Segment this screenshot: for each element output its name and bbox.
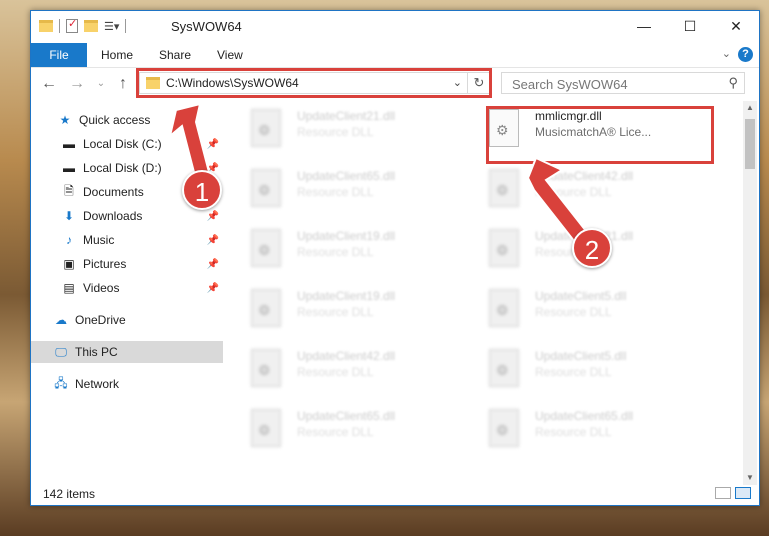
file-item[interactable]: UpdateClient42.dll Resource DLL (231, 341, 461, 393)
minimize-button[interactable]: — (621, 11, 667, 41)
tab-home[interactable]: Home (101, 48, 133, 62)
sidebar-item-quick-access[interactable]: ★ Quick access (57, 109, 223, 131)
music-icon: ♪ (66, 233, 72, 247)
pin-icon: 📌 (206, 282, 219, 294)
pictures-icon: ▣ (63, 257, 75, 271)
network-icon: 🖧 (54, 375, 68, 390)
forward-button[interactable]: → (67, 74, 87, 94)
file-item[interactable]: UpdateClient19.dll Resource DLL (231, 281, 461, 333)
file-item[interactable]: UpdateClient65.dll Resource DLL (231, 401, 461, 453)
back-button[interactable]: ← (39, 74, 59, 94)
file-item[interactable]: UpdateClient42.dll Resource DLL (469, 161, 699, 213)
dll-file-icon (489, 289, 519, 327)
maximize-button[interactable]: ☐ (667, 11, 713, 41)
dll-file-icon (489, 349, 519, 387)
step-2-badge: 2 (572, 228, 612, 268)
dll-file-icon (251, 289, 281, 327)
computer-icon: 🖵 (55, 344, 67, 359)
ribbon: File Home Share View ⌄ ? (31, 43, 759, 68)
expand-ribbon-icon[interactable]: ⌄ (722, 47, 731, 60)
large-icons-view-icon[interactable] (735, 487, 751, 499)
sidebar-item-videos[interactable]: ▤ Videos 📌 (61, 277, 223, 299)
sidebar-item-pictures[interactable]: ▣ Pictures 📌 (61, 253, 223, 275)
file-item[interactable]: UpdateClient19.dll Resource DLL (231, 221, 461, 273)
help-icon[interactable]: ? (738, 47, 753, 62)
file-item[interactable]: UpdateClient5.dll Resource DLL (469, 281, 699, 333)
star-icon: ★ (59, 113, 71, 127)
tab-share[interactable]: Share (159, 48, 191, 62)
sidebar-item-this-pc[interactable]: 🖵 This PC (31, 341, 223, 363)
dll-file-icon (251, 229, 281, 267)
vertical-scrollbar[interactable]: ▲ ▼ (743, 101, 757, 485)
item-count: 142 items (43, 487, 96, 501)
folder-icon (39, 20, 53, 32)
search-box[interactable]: ⚲ (501, 72, 745, 94)
dll-file-icon (489, 169, 519, 207)
sidebar-item-onedrive[interactable]: ☁ OneDrive (53, 309, 223, 331)
download-icon: ⬇ (63, 209, 75, 223)
documents-icon: 🗎 (64, 183, 74, 198)
pin-icon: 📌 (206, 234, 219, 246)
file-item[interactable]: UpdateClient21.dll Resource DLL (231, 101, 461, 153)
title-bar: ☰▾ SysWOW64 — ☐ ✕ (31, 11, 759, 43)
scroll-down-icon[interactable]: ▼ (743, 471, 757, 485)
sidebar-item-network[interactable]: 🖧 Network (53, 373, 223, 395)
close-button[interactable]: ✕ (713, 11, 759, 41)
tab-file[interactable]: File (31, 43, 87, 67)
recent-locations-icon[interactable]: ⌄ (91, 74, 111, 94)
file-item[interactable]: UpdateClient65.dll Resource DLL (469, 401, 699, 453)
address-bar-highlight (136, 68, 492, 98)
search-icon: ⚲ (728, 75, 738, 90)
dll-file-icon (489, 409, 519, 447)
file-item[interactable]: UpdateClient5.dll Resource DLL (469, 341, 699, 393)
drive-icon: ▬ (63, 161, 75, 175)
pin-icon: 📌 (206, 138, 219, 150)
navigation-pane: ★ Quick access ▬ Local Disk (C:) 📌 ▬ Loc… (31, 107, 227, 467)
scroll-up-icon[interactable]: ▲ (743, 101, 757, 115)
file-item[interactable]: UpdateClient65.dll Resource DLL (231, 161, 461, 213)
properties-icon[interactable] (66, 17, 78, 33)
cloud-icon: ☁ (55, 313, 67, 327)
tab-view[interactable]: View (217, 48, 243, 62)
file-highlight (486, 106, 714, 164)
pin-icon: 📌 (206, 210, 219, 222)
dll-file-icon (251, 169, 281, 207)
search-input[interactable] (510, 76, 714, 93)
dll-file-icon (489, 229, 519, 267)
up-button[interactable]: ↑ (113, 74, 133, 94)
dll-file-icon (251, 409, 281, 447)
sidebar-item-local-disk-c[interactable]: ▬ Local Disk (C:) 📌 (61, 133, 223, 155)
pin-icon: 📌 (206, 258, 219, 270)
window-title: SysWOW64 (171, 19, 242, 34)
drive-icon: ▬ (63, 137, 75, 151)
details-view-icon[interactable] (715, 487, 731, 499)
quick-access-toolbar: ☰▾ (39, 17, 127, 33)
videos-icon: ▤ (63, 281, 75, 295)
dll-file-icon (251, 349, 281, 387)
scroll-thumb[interactable] (745, 119, 755, 169)
view-switcher (715, 487, 751, 499)
new-folder-icon[interactable] (84, 20, 98, 32)
customize-toolbar-icon[interactable]: ☰▾ (104, 20, 119, 33)
sidebar-item-music[interactable]: ♪ Music 📌 (61, 229, 223, 251)
step-1-badge: 1 (182, 170, 222, 210)
dll-file-icon (251, 109, 281, 147)
